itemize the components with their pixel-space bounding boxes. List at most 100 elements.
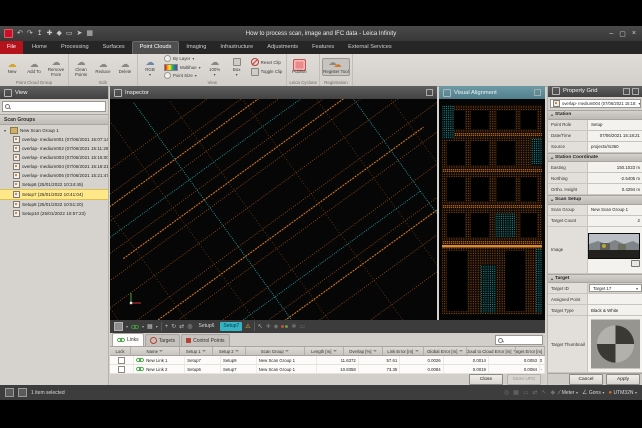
- section-target[interactable]: ▴ Target: [548, 274, 642, 283]
- zoom-100-button[interactable]: ☁ 100% ▾: [205, 57, 225, 78]
- multihue-button[interactable]: Multihue ▾: [164, 64, 201, 71]
- target-thumbnail[interactable]: [591, 319, 640, 369]
- panorama-thumbnail[interactable]: [588, 233, 640, 259]
- station-selector-dropdown[interactable]: overlap- medium004 (07/06/2021 15:18: ▾: [550, 99, 641, 108]
- extra-tool-icon[interactable]: ▭: [299, 323, 305, 330]
- inspector-viewport[interactable]: [110, 99, 437, 320]
- filter-icon[interactable]: [235, 350, 239, 352]
- publish-button[interactable]: Publish: [289, 59, 309, 75]
- display-mode-chevron-icon[interactable]: ▾: [156, 324, 158, 329]
- tab-home[interactable]: Home: [25, 41, 54, 54]
- tree-item-selected[interactable]: Setup7 (25/01/2022 10:41:04): [0, 189, 108, 200]
- link-row[interactable]: New Link 2 Setup6 Setup7 New Scan Group …: [110, 365, 545, 374]
- new-point-cloud-button[interactable]: ☁ New: [2, 59, 22, 75]
- swap-tool-icon[interactable]: ⇄: [179, 323, 184, 330]
- visual-alignment-viewport[interactable]: [439, 99, 545, 320]
- fill-mode-chevron-icon[interactable]: ▾: [126, 324, 128, 329]
- by-layer-button[interactable]: By Layer ▾: [164, 55, 201, 62]
- filter-icon[interactable]: [159, 350, 163, 352]
- rotate-tool-icon[interactable]: ↻: [171, 323, 176, 330]
- tab-imaging[interactable]: Imaging: [179, 41, 213, 54]
- filter-icon[interactable]: [415, 350, 419, 352]
- lock-checkbox[interactable]: [118, 357, 125, 364]
- tab-surfaces[interactable]: Surfaces: [96, 41, 132, 54]
- tab-adjustments[interactable]: Adjustments: [260, 41, 305, 54]
- target-tool-icon[interactable]: ◎: [187, 323, 192, 330]
- tree-item[interactable]: overlap- medium003 (07/06/2021 15:15:00): [0, 153, 108, 162]
- camera-icon[interactable]: [631, 260, 640, 267]
- col-length[interactable]: Length [m]: [305, 347, 344, 355]
- visual-pin-icon[interactable]: [534, 89, 541, 96]
- tab-file[interactable]: File: [0, 41, 23, 54]
- filter-icon[interactable]: [373, 350, 377, 352]
- tree-root-scan-group[interactable]: ▾ New Scan Group 1: [0, 126, 108, 135]
- fill-mode-button[interactable]: [114, 322, 123, 331]
- close-button[interactable]: Close: [469, 374, 503, 385]
- col-name[interactable]: Name: [131, 347, 180, 355]
- frame-icon[interactable]: ▭: [66, 29, 73, 38]
- view-toggle-icon[interactable]: [18, 388, 27, 397]
- crs-dropdown[interactable]: ● UTM32N ▾: [608, 390, 637, 396]
- run-icon[interactable]: ➤: [77, 29, 83, 38]
- link-mode-chevron-icon[interactable]: ▾: [142, 324, 144, 329]
- display-mode-icon[interactable]: ▦: [147, 323, 153, 330]
- register-pair-icon[interactable]: [281, 324, 288, 329]
- col-lock[interactable]: Lock: [110, 347, 131, 355]
- setup6-chip[interactable]: Setup6: [196, 322, 218, 331]
- undo-icon[interactable]: ↶: [17, 29, 23, 38]
- lock-checkbox[interactable]: [118, 366, 125, 373]
- tab-infrastructure[interactable]: Infrastructure: [213, 41, 260, 54]
- layout-toggle-icon[interactable]: [5, 388, 14, 397]
- angle-unit-dropdown[interactable]: ∠ Gons ▾: [582, 389, 604, 396]
- swap-status-icon[interactable]: ⇄: [532, 389, 537, 396]
- section-scan-setup[interactable]: ▴ Scan Setup: [548, 195, 642, 204]
- target-id-dropdown[interactable]: Target 17 ▾: [589, 284, 642, 292]
- refine-tool-icon[interactable]: ✱: [291, 323, 296, 330]
- tab-external-services[interactable]: External Services: [341, 41, 399, 54]
- tab-links[interactable]: Links: [112, 333, 144, 346]
- frame-status-icon[interactable]: ▭: [523, 389, 529, 396]
- tab-control-points[interactable]: Control Points: [181, 334, 229, 346]
- setup7-chip[interactable]: Setup7: [220, 322, 242, 331]
- remove-from-button[interactable]: ☁ Remove From: [46, 57, 66, 77]
- tree-item[interactable]: overlap- medium001 (07/06/2021 15:07:14): [0, 135, 108, 144]
- pointer-status-icon[interactable]: ↖: [542, 389, 547, 396]
- box-button[interactable]: Box ▾: [227, 57, 247, 78]
- tree-collapse-icon[interactable]: ▾: [4, 128, 8, 133]
- grid-status-icon[interactable]: ▦: [513, 389, 519, 396]
- col-setup1[interactable]: Setup 1: [180, 347, 213, 355]
- clean-points-button[interactable]: ☁ Clean Points: [71, 57, 91, 77]
- rgb-button[interactable]: ☁ RGB ▾: [140, 57, 160, 78]
- align-tool-icon[interactable]: ✚: [266, 323, 271, 330]
- cancel-button[interactable]: Cancel: [569, 374, 603, 385]
- links-search-input[interactable]: [495, 335, 543, 345]
- redo-icon[interactable]: ↷: [27, 29, 33, 38]
- tab-features[interactable]: Features: [305, 41, 341, 54]
- filter-icon[interactable]: [544, 350, 545, 352]
- pointer-tool-icon[interactable]: ↖: [258, 323, 263, 330]
- link-mode-icon[interactable]: [131, 324, 139, 330]
- col-scan-group[interactable]: Scan Group: [246, 347, 305, 355]
- filter-icon[interactable]: [459, 350, 463, 352]
- reset-clip-button[interactable]: Reset Clip: [251, 58, 283, 66]
- add-to-button[interactable]: ☁ Add To: [24, 59, 44, 75]
- filter-icon[interactable]: [285, 350, 289, 352]
- restore-button[interactable]: ▢: [619, 30, 626, 38]
- tree-item[interactable]: Setup8 (25/01/2022 10:51:20): [0, 200, 108, 209]
- snap-status-icon[interactable]: ◎: [504, 389, 509, 396]
- pin-icon[interactable]: [426, 89, 433, 96]
- diamond-status-icon[interactable]: ◆: [551, 389, 556, 396]
- report-icon[interactable]: ▦: [86, 29, 93, 38]
- tab-point-clouds[interactable]: Point Clouds: [132, 41, 180, 54]
- register-tool-button[interactable]: ☁ ☁ Register Tool: [322, 58, 350, 76]
- link-row[interactable]: New Link 1 Setup7 Setup9 New Scan Group …: [110, 356, 545, 365]
- add-icon[interactable]: ✚: [47, 29, 53, 38]
- toggle-clip-button[interactable]: Toggle Clip: [251, 68, 283, 76]
- col-link-error[interactable]: Link Error [m]: [383, 347, 424, 355]
- filter-icon[interactable]: [202, 350, 206, 352]
- section-station-coordinate[interactable]: ▴ Station Coordinate: [548, 153, 642, 162]
- tree-item[interactable]: overlap- medium004 (07/06/2021 15:18:21): [0, 162, 108, 171]
- point-size-button[interactable]: Point Size ▾: [164, 72, 201, 79]
- col-target-error[interactable]: Target Error [m]: [516, 347, 545, 355]
- tree-item[interactable]: Setup6 (25/01/2022 10:24:45): [0, 180, 108, 189]
